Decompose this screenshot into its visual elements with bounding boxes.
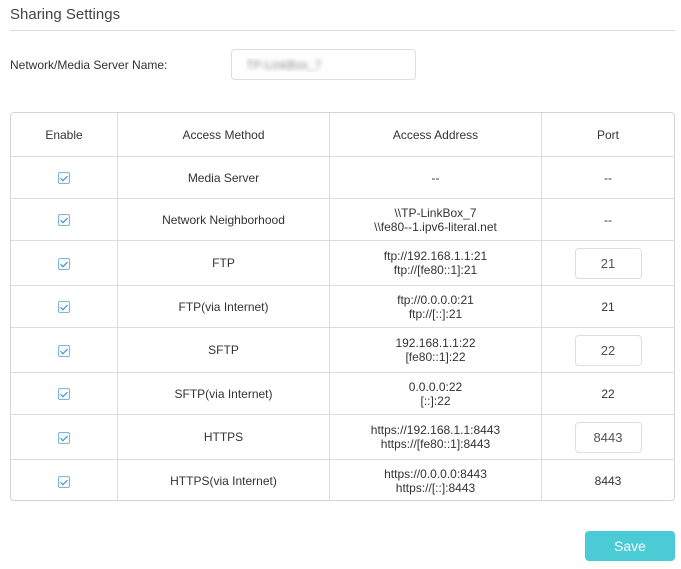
enable-checkbox[interactable] (58, 431, 70, 444)
access-method-cell: Media Server (117, 156, 330, 199)
access-address-line: [fe80::1]:22 (405, 350, 466, 364)
port-cell (541, 414, 674, 460)
table-row: Media Server -- -- (11, 156, 674, 199)
server-name-label: Network/Media Server Name: (10, 58, 168, 72)
table-row: FTP(via Internet) ftp://0.0.0.0:21 ftp://[… (11, 285, 674, 328)
access-method-cell: FTP (117, 240, 330, 286)
table-row: HTTPS(via Internet) https://0.0.0.0:8443 h… (11, 459, 674, 500)
table-row: HTTPS https://192.168.1.1:8443 https://[fe… (11, 414, 674, 460)
access-address-cell: https://192.168.1.1:8443 https://[fe80::1… (329, 414, 542, 460)
enable-checkbox[interactable] (58, 257, 70, 270)
access-method-cell: Network Neighborhood (117, 198, 330, 241)
access-address-line: https://[::]:8443 (395, 480, 476, 495)
access-address-line: -- (431, 170, 440, 185)
port-input[interactable] (574, 421, 642, 453)
enable-checkbox[interactable] (58, 344, 70, 357)
enable-cell (11, 459, 118, 500)
access-method-cell: SFTP (117, 327, 330, 373)
header-access-method: Access Method (117, 113, 330, 157)
access-address-line: 192.168.1.1:22 (395, 336, 476, 350)
port-cell: -- (541, 156, 674, 199)
port-input[interactable] (574, 247, 642, 279)
header-enable: Enable (11, 113, 118, 157)
port-cell: -- (541, 198, 674, 241)
section-title: Sharing Settings (10, 6, 121, 23)
access-address-line: https://[fe80::1]:8443 (380, 437, 491, 451)
access-address-line: [::]:22 (420, 393, 451, 408)
access-address-line: \\fe80--1.ipv6-literal.net (374, 219, 497, 234)
access-method-cell: HTTPS (117, 414, 330, 460)
access-address-cell: 0.0.0.0:22 [::]:22 (329, 372, 542, 415)
access-method-cell: HTTPS(via Internet) (117, 459, 330, 500)
access-method-cell: FTP(via Internet) (117, 285, 330, 328)
enable-cell (11, 198, 118, 241)
header-access-address: Access Address (329, 113, 542, 157)
access-address-cell: -- (329, 156, 542, 199)
enable-checkbox[interactable] (58, 172, 70, 185)
enable-cell (11, 240, 118, 286)
access-address-line: ftp://0.0.0.0:21 (397, 292, 474, 307)
sharing-table: Enable Access Method Access Address Port… (10, 112, 675, 501)
enable-cell (11, 285, 118, 328)
access-address-cell: 192.168.1.1:22 [fe80::1]:22 (329, 327, 542, 373)
access-address-line: https://192.168.1.1:8443 (370, 423, 501, 437)
access-address-cell: ftp://192.168.1.1:21 ftp://[fe80::1]:21 (329, 240, 542, 286)
port-cell: 21 (541, 285, 674, 328)
enable-checkbox[interactable] (58, 475, 70, 488)
enable-cell (11, 414, 118, 460)
access-address-line: ftp://192.168.1.1:21 (383, 249, 488, 263)
access-address-line: 0.0.0.0:22 (408, 379, 463, 394)
port-cell: 8443 (594, 473, 622, 488)
header-port: Port (541, 113, 674, 157)
port-cell (541, 327, 674, 373)
access-address-cell: https://0.0.0.0:8443 https://[::]:8443 (329, 459, 542, 500)
port-input[interactable] (574, 334, 642, 366)
table-header-row: Enable Access Method Access Address Port (11, 113, 674, 157)
access-address-cell: \\TP-LinkBox_7 \\fe80--1.ipv6-literal.net (329, 198, 542, 241)
access-address-line: ftp://[fe80::1]:21 (393, 263, 478, 277)
table-row: FTP ftp://192.168.1.1:21 ftp://[fe80::1]:2… (11, 240, 674, 286)
access-address-line: https://0.0.0.0:8443 (384, 466, 487, 481)
enable-cell (11, 372, 118, 415)
access-method-cell: SFTP(via Internet) (117, 372, 330, 415)
enable-checkbox[interactable] (58, 301, 70, 314)
table-row: Network Neighborhood \\TP-LinkBox_7 \\fe80… (11, 198, 674, 241)
server-name-input[interactable] (231, 49, 416, 80)
save-button[interactable]: Save (585, 531, 675, 561)
enable-cell (11, 156, 118, 199)
access-address-line: ftp://[::]:21 (408, 306, 463, 321)
table-row: SFTP 192.168.1.1:22 [fe80::1]:22 (11, 327, 674, 373)
enable-cell (11, 327, 118, 373)
enable-checkbox[interactable] (58, 388, 70, 401)
enable-checkbox[interactable] (58, 214, 70, 227)
table-row: SFTP(via Internet) 0.0.0.0:22 [::]:22 22 (11, 372, 674, 415)
port-cell (541, 240, 674, 286)
access-address-line: \\TP-LinkBox_7 (394, 205, 477, 220)
title-divider (10, 30, 675, 31)
access-address-cell: ftp://0.0.0.0:21 ftp://[::]:21 (329, 285, 542, 328)
port-cell: 22 (541, 372, 674, 415)
